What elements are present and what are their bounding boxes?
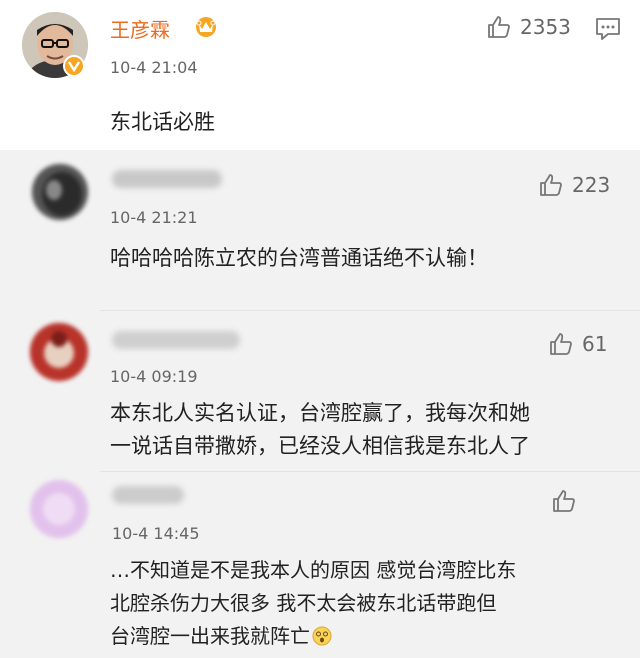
- reply-text: 哈哈哈哈陈立农的台湾普通话绝不认输！: [110, 246, 488, 270]
- crown-icon: [194, 15, 218, 37]
- like-count: 2353: [520, 15, 571, 39]
- reply-time: 10-4 21:21: [110, 208, 198, 227]
- like-button[interactable]: 223: [538, 172, 610, 198]
- reply-avatar[interactable]: [30, 323, 88, 381]
- author-name[interactable]: 王彦霖: [110, 14, 170, 43]
- reply-text: 本东北人实名认证，台湾腔赢了，我每次和她 一说话自带撒娇，已经没人相信我是东北人…: [110, 397, 530, 463]
- like-button[interactable]: 61: [548, 331, 607, 357]
- reply-item: 223 10-4 21:21 哈哈哈哈陈立农的台湾普通话绝不认输！: [0, 150, 640, 310]
- reply-author-name[interactable]: [112, 486, 184, 504]
- reply-author-name[interactable]: [112, 331, 240, 349]
- thumbs-up-icon: [488, 16, 510, 38]
- main-comment: 王彦霖 10-4 21:04 2353 东北话必胜: [0, 0, 640, 150]
- reply-text-line-3: 台湾腔一出来我就阵亡: [110, 624, 310, 648]
- reply-list: 223 10-4 21:21 哈哈哈哈陈立农的台湾普通话绝不认输！ 61 10-…: [0, 150, 640, 658]
- reply-avatar[interactable]: [32, 164, 88, 220]
- thumbs-up-icon: [550, 333, 572, 355]
- reply-text-line: 台湾腔一出来我就阵亡: [110, 620, 516, 653]
- thumbs-up-icon: [553, 490, 575, 512]
- reply-item: 61 10-4 09:19 本东北人实名认证，台湾腔赢了，我每次和她 一说话自带…: [0, 311, 640, 471]
- reply-text-line: 本东北人实名认证，台湾腔赢了，我每次和她: [110, 401, 530, 425]
- reply-text-line: 北腔杀伤力大很多 我不太会被东北话带跑但: [110, 591, 497, 615]
- comment-text: 东北话必胜: [110, 110, 215, 134]
- comment-icon[interactable]: [594, 16, 622, 42]
- reply-text-line: …不知道是不是我本人的原因 感觉台湾腔比东: [110, 558, 517, 582]
- emoji-dizzy-face-icon: [312, 623, 332, 646]
- verified-v-icon: [63, 55, 85, 77]
- like-count: 61: [582, 332, 608, 356]
- reply-item: 10-4 14:45 …不知道是不是我本人的原因 感觉台湾腔比东 北腔杀伤力大很…: [0, 472, 640, 658]
- like-button[interactable]: [551, 488, 585, 514]
- thumbs-up-icon: [540, 174, 562, 196]
- reply-text: …不知道是不是我本人的原因 感觉台湾腔比东 北腔杀伤力大很多 我不太会被东北话带…: [110, 554, 516, 653]
- reply-time: 10-4 14:45: [112, 524, 200, 543]
- like-count: 223: [572, 173, 611, 197]
- like-button[interactable]: 2353: [486, 14, 571, 40]
- reply-time: 10-4 09:19: [110, 367, 198, 386]
- reply-avatar[interactable]: [30, 480, 88, 538]
- reply-author-name[interactable]: [112, 170, 222, 188]
- reply-text-line: 一说话自带撒娇，已经没人相信我是东北人了: [110, 434, 530, 458]
- comment-time: 10-4 21:04: [110, 58, 198, 77]
